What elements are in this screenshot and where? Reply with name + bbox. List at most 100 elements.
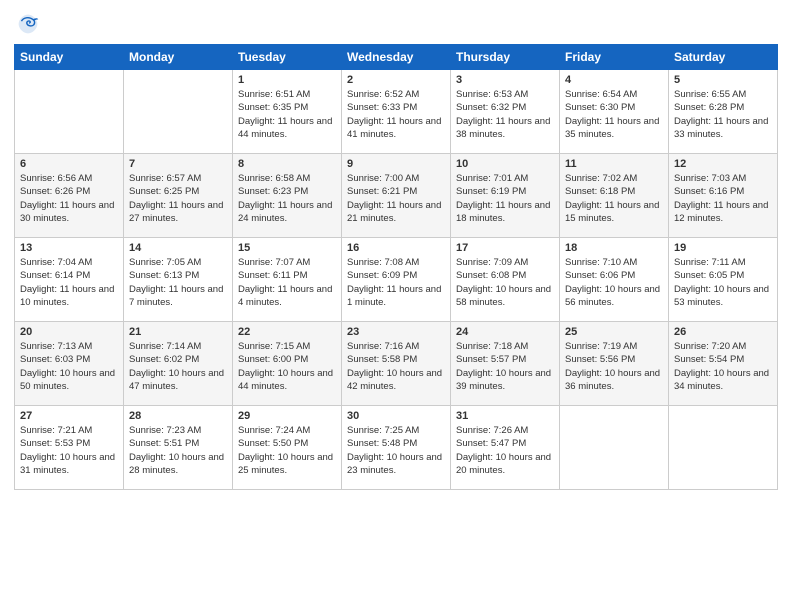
day-number: 7 [129,158,227,170]
calendar-cell: 31 Sunrise: 7:26 AMSunset: 5:47 PMDayligh… [451,406,560,490]
day-info: Sunrise: 6:57 AMSunset: 6:25 PMDaylight:… [129,172,227,225]
calendar-table: SundayMondayTuesdayWednesdayThursdayFrid… [14,44,778,490]
calendar-cell: 24 Sunrise: 7:18 AMSunset: 5:57 PMDayligh… [451,322,560,406]
day-number: 26 [674,326,772,338]
day-number: 22 [238,326,336,338]
calendar-cell: 29 Sunrise: 7:24 AMSunset: 5:50 PMDayligh… [233,406,342,490]
day-info: Sunrise: 7:10 AMSunset: 6:06 PMDaylight:… [565,256,663,309]
day-number: 31 [456,410,554,422]
day-number: 29 [238,410,336,422]
day-number: 8 [238,158,336,170]
day-info: Sunrise: 7:18 AMSunset: 5:57 PMDaylight:… [456,340,554,393]
calendar-cell: 1 Sunrise: 6:51 AMSunset: 6:35 PMDaylight… [233,70,342,154]
header [14,10,778,38]
day-info: Sunrise: 7:24 AMSunset: 5:50 PMDaylight:… [238,424,336,477]
day-info: Sunrise: 7:19 AMSunset: 5:56 PMDaylight:… [565,340,663,393]
day-number: 21 [129,326,227,338]
calendar-cell: 3Sunrise: 6:53 AMSunset: 6:32 PMDaylight… [451,70,560,154]
calendar-cell: 16 Sunrise: 7:08 AMSunset: 6:09 PMDayligh… [342,238,451,322]
weekday-header-cell: Friday [560,45,669,70]
calendar-body: 1 Sunrise: 6:51 AMSunset: 6:35 PMDaylight… [15,70,778,490]
day-number: 12 [674,158,772,170]
weekday-header-cell: Saturday [669,45,778,70]
day-number: 5 [674,74,772,86]
day-number: 18 [565,242,663,254]
day-info: Sunrise: 7:08 AMSunset: 6:09 PMDaylight:… [347,256,445,309]
day-info: Sunrise: 7:13 AMSunset: 6:03 PMDaylight:… [20,340,118,393]
day-info: Sunrise: 7:00 AMSunset: 6:21 PMDaylight:… [347,172,445,225]
weekday-header-cell: Sunday [15,45,124,70]
day-number: 13 [20,242,118,254]
weekday-header-cell: Monday [124,45,233,70]
day-info: Sunrise: 7:26 AMSunset: 5:47 PMDaylight:… [456,424,554,477]
calendar-cell: 26 Sunrise: 7:20 AMSunset: 5:54 PMDayligh… [669,322,778,406]
day-info: Sunrise: 7:15 AMSunset: 6:00 PMDaylight:… [238,340,336,393]
day-number: 24 [456,326,554,338]
day-number: 28 [129,410,227,422]
day-number: 11 [565,158,663,170]
calendar-cell: 21 Sunrise: 7:14 AMSunset: 6:02 PMDayligh… [124,322,233,406]
day-info: Sunrise: 6:56 AMSunset: 6:26 PMDaylight:… [20,172,118,225]
day-number: 14 [129,242,227,254]
day-info: Sunrise: 7:25 AMSunset: 5:48 PMDaylight:… [347,424,445,477]
day-number: 20 [20,326,118,338]
weekday-header-cell: Tuesday [233,45,342,70]
day-info: Sunrise: 7:14 AMSunset: 6:02 PMDaylight:… [129,340,227,393]
calendar-cell: 13 Sunrise: 7:04 AMSunset: 6:14 PMDayligh… [15,238,124,322]
day-number: 10 [456,158,554,170]
day-number: 23 [347,326,445,338]
day-number: 3 [456,74,554,86]
weekday-header-cell: Wednesday [342,45,451,70]
calendar-week-row: 27Sunrise: 7:21 AMSunset: 5:53 PMDayligh… [15,406,778,490]
day-number: 1 [238,74,336,86]
weekday-header-cell: Thursday [451,45,560,70]
day-info: Sunrise: 6:52 AMSunset: 6:33 PMDaylight:… [347,88,445,141]
calendar-cell: 25Sunrise: 7:19 AMSunset: 5:56 PMDayligh… [560,322,669,406]
day-number: 9 [347,158,445,170]
calendar-week-row: 1 Sunrise: 6:51 AMSunset: 6:35 PMDaylight… [15,70,778,154]
calendar-cell [669,406,778,490]
calendar-cell: 8Sunrise: 6:58 AMSunset: 6:23 PMDaylight… [233,154,342,238]
calendar-cell: 2 Sunrise: 6:52 AMSunset: 6:33 PMDaylight… [342,70,451,154]
day-info: Sunrise: 7:04 AMSunset: 6:14 PMDaylight:… [20,256,118,309]
calendar-cell: 20 Sunrise: 7:13 AMSunset: 6:03 PMDayligh… [15,322,124,406]
calendar-cell: 5Sunrise: 6:55 AMSunset: 6:28 PMDaylight… [669,70,778,154]
calendar-cell: 19Sunrise: 7:11 AMSunset: 6:05 PMDayligh… [669,238,778,322]
logo-icon [14,10,42,38]
day-info: Sunrise: 7:02 AMSunset: 6:18 PMDaylight:… [565,172,663,225]
calendar-cell: 30Sunrise: 7:25 AMSunset: 5:48 PMDayligh… [342,406,451,490]
calendar-cell: 23 Sunrise: 7:16 AMSunset: 5:58 PMDayligh… [342,322,451,406]
day-info: Sunrise: 7:20 AMSunset: 5:54 PMDaylight:… [674,340,772,393]
calendar-cell: 14Sunrise: 7:05 AMSunset: 6:13 PMDayligh… [124,238,233,322]
day-info: Sunrise: 7:03 AMSunset: 6:16 PMDaylight:… [674,172,772,225]
logo [14,10,46,38]
calendar-cell: 17Sunrise: 7:09 AMSunset: 6:08 PMDayligh… [451,238,560,322]
calendar-cell [124,70,233,154]
weekday-header-row: SundayMondayTuesdayWednesdayThursdayFrid… [15,45,778,70]
calendar-cell: 28 Sunrise: 7:23 AMSunset: 5:51 PMDayligh… [124,406,233,490]
page-container: SundayMondayTuesdayWednesdayThursdayFrid… [0,0,792,496]
calendar-cell: 4 Sunrise: 6:54 AMSunset: 6:30 PMDaylight… [560,70,669,154]
day-info: Sunrise: 7:11 AMSunset: 6:05 PMDaylight:… [674,256,772,309]
day-number: 2 [347,74,445,86]
calendar-cell: 7 Sunrise: 6:57 AMSunset: 6:25 PMDaylight… [124,154,233,238]
day-info: Sunrise: 6:51 AMSunset: 6:35 PMDaylight:… [238,88,336,141]
calendar-week-row: 6 Sunrise: 6:56 AMSunset: 6:26 PMDaylight… [15,154,778,238]
day-number: 16 [347,242,445,254]
calendar-week-row: 13 Sunrise: 7:04 AMSunset: 6:14 PMDayligh… [15,238,778,322]
day-info: Sunrise: 7:07 AMSunset: 6:11 PMDaylight:… [238,256,336,309]
calendar-cell: 12 Sunrise: 7:03 AMSunset: 6:16 PMDayligh… [669,154,778,238]
day-info: Sunrise: 6:54 AMSunset: 6:30 PMDaylight:… [565,88,663,141]
day-info: Sunrise: 7:23 AMSunset: 5:51 PMDaylight:… [129,424,227,477]
day-info: Sunrise: 7:01 AMSunset: 6:19 PMDaylight:… [456,172,554,225]
day-info: Sunrise: 7:16 AMSunset: 5:58 PMDaylight:… [347,340,445,393]
day-number: 4 [565,74,663,86]
day-number: 27 [20,410,118,422]
calendar-cell: 10 Sunrise: 7:01 AMSunset: 6:19 PMDayligh… [451,154,560,238]
calendar-cell [15,70,124,154]
calendar-cell: 6 Sunrise: 6:56 AMSunset: 6:26 PMDaylight… [15,154,124,238]
calendar-cell: 22 Sunrise: 7:15 AMSunset: 6:00 PMDayligh… [233,322,342,406]
calendar-cell: 18 Sunrise: 7:10 AMSunset: 6:06 PMDayligh… [560,238,669,322]
day-number: 6 [20,158,118,170]
calendar-cell: 11 Sunrise: 7:02 AMSunset: 6:18 PMDayligh… [560,154,669,238]
